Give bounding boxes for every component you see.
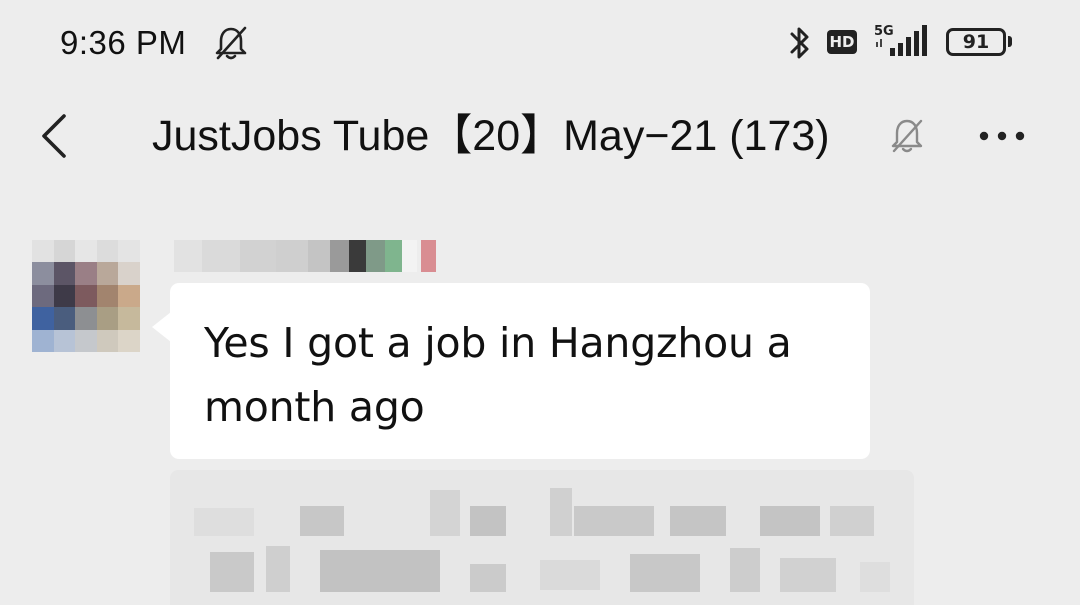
signal-icon: 5G	[874, 24, 927, 56]
avatar[interactable]	[32, 240, 140, 352]
battery-indicator: 91	[946, 28, 1006, 56]
bubble-tail	[152, 312, 171, 342]
sender-name[interactable]	[174, 240, 436, 272]
chat-title[interactable]: JustJobs Tube【20】May−21 (173)	[152, 108, 830, 164]
back-button[interactable]	[30, 108, 80, 164]
chat-header: JustJobs Tube【20】May−21 (173)	[0, 88, 1080, 184]
message-text: Yes I got a job in Hangzhou a month ago	[204, 319, 792, 431]
more-options-button[interactable]	[972, 114, 1032, 158]
chevron-left-icon	[42, 114, 66, 158]
message-bubble[interactable]: Yes I got a job in Hangzhou a month ago	[170, 283, 870, 459]
status-time: 9:36 PM	[60, 24, 187, 61]
network-type-label: 5G	[874, 24, 894, 39]
hd-voice-icon: HD	[827, 30, 857, 54]
bell-slash-icon	[215, 26, 247, 60]
battery-tip	[1008, 36, 1012, 47]
battery-level: 91	[962, 31, 990, 53]
more-icon	[979, 131, 989, 141]
bell-slash-icon	[891, 119, 923, 153]
blurred-message[interactable]	[170, 470, 914, 605]
status-bar: 9:36 PM HD 5G 91	[0, 0, 1080, 88]
bluetooth-icon	[790, 27, 809, 59]
